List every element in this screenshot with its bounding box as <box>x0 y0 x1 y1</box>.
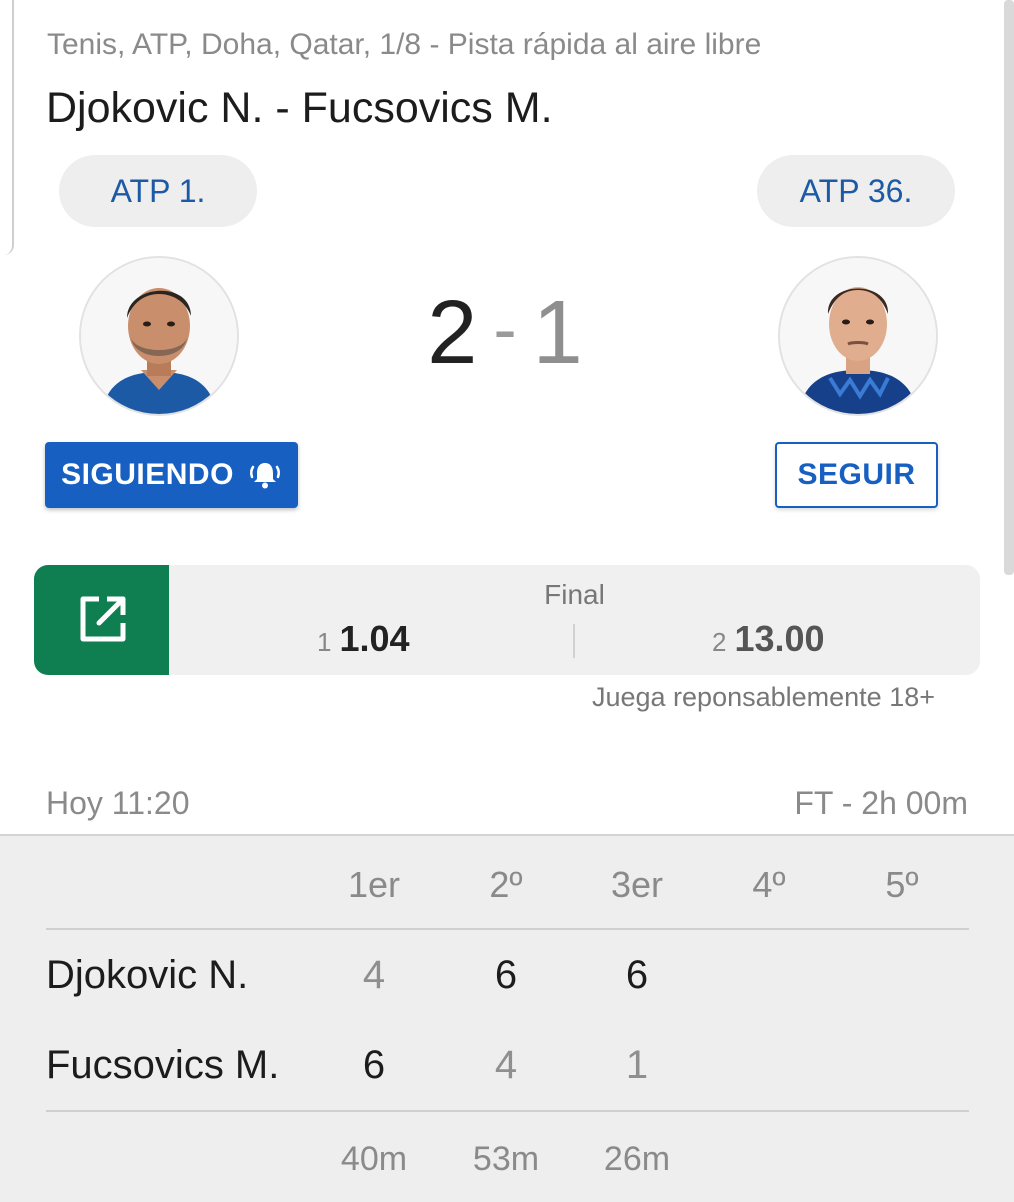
set-header: 5º <box>885 864 919 905</box>
table-divider <box>46 928 969 930</box>
odd-away[interactable]: 2 13.00 <box>712 618 825 660</box>
table-row-player[interactable]: Djokovic N. <box>46 953 248 998</box>
match-title: Djokovic N. - Fucsovics M. <box>46 84 553 132</box>
odds-panel: Final <box>34 565 980 675</box>
table-row-player[interactable]: Fucsovics M. <box>46 1043 279 1088</box>
previous-card-edge <box>0 0 14 255</box>
odd-home-index: 1 <box>317 627 332 657</box>
set-header: 4º <box>752 864 786 905</box>
match-score: 2-1 <box>400 282 610 385</box>
score-separator: - <box>493 290 517 368</box>
away-ranking-badge[interactable]: ATP 36. <box>757 155 955 227</box>
competition-label: Tenis, ATP, Doha, Qatar, 1/8 - Pista ráp… <box>47 28 762 61</box>
odd-away-value: 13.00 <box>734 618 825 659</box>
odds-label: Final <box>544 579 605 610</box>
home-sets-won: 2 <box>427 283 478 383</box>
scrollbar[interactable] <box>1004 0 1014 575</box>
odd-home-value: 1.04 <box>339 618 410 659</box>
following-button[interactable]: SIGUIENDO <box>45 442 298 508</box>
set-header: 1er <box>347 864 401 905</box>
set-duration: 40m <box>340 1140 408 1178</box>
bell-ringing-icon <box>248 458 282 492</box>
player-photo-away <box>780 258 936 414</box>
odds-divider <box>573 624 575 658</box>
odds-external-link[interactable] <box>34 565 169 675</box>
follow-label: SEGUIR <box>797 458 916 491</box>
responsible-gambling-note[interactable]: Juega reponsablemente 18+ <box>592 682 935 713</box>
set-score: 6 <box>362 1043 386 1087</box>
odd-away-index: 2 <box>712 627 727 657</box>
following-label: SIGUIENDO <box>61 458 234 491</box>
table-divider <box>46 1110 969 1112</box>
player-photo-home <box>81 258 237 414</box>
match-start-time: Hoy 11:20 <box>46 785 190 821</box>
away-sets-won: 1 <box>532 283 583 383</box>
set-duration: 26m <box>603 1140 671 1178</box>
set-score: 1 <box>625 1043 649 1087</box>
set-score: 4 <box>362 953 386 997</box>
away-player-avatar[interactable] <box>778 256 938 416</box>
home-ranking-badge[interactable]: ATP 1. <box>59 155 257 227</box>
open-in-new-icon <box>80 596 125 642</box>
set-duration: 53m <box>472 1140 540 1178</box>
set-score: 6 <box>625 953 649 997</box>
set-score: 4 <box>494 1043 518 1087</box>
home-player-avatar[interactable] <box>79 256 239 416</box>
match-status: FT - 2h 00m <box>794 785 968 821</box>
odd-home[interactable]: 1 1.04 <box>317 618 410 660</box>
set-header: 3er <box>610 864 664 905</box>
set-header: 2º <box>489 864 523 905</box>
set-score: 6 <box>494 953 518 997</box>
follow-button[interactable]: SEGUIR <box>775 442 938 508</box>
